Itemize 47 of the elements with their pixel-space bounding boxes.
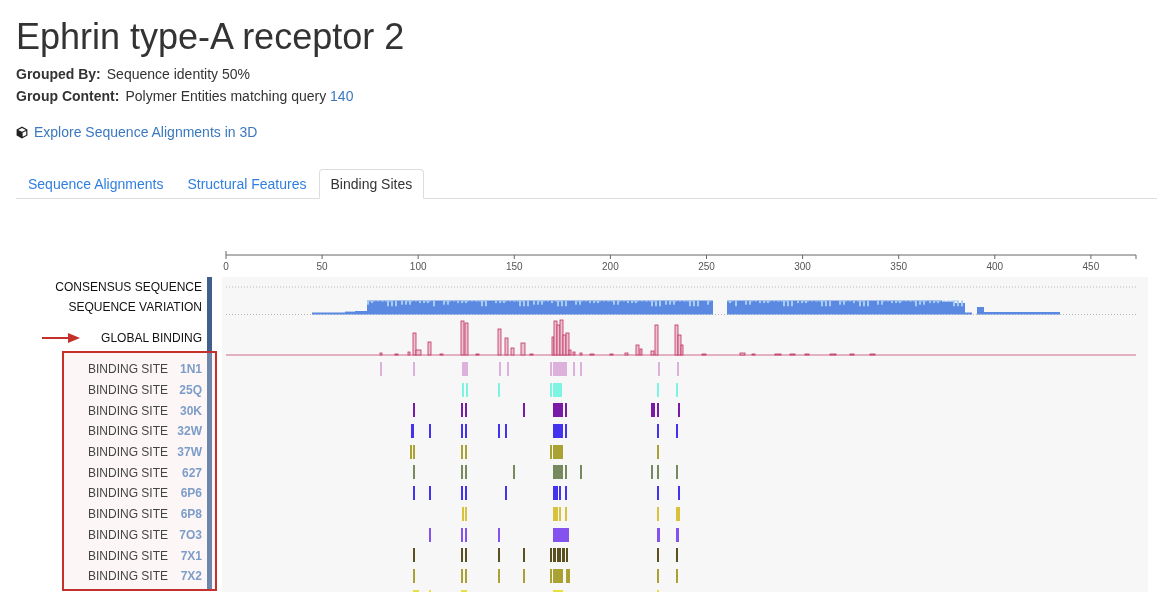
axis-tick-label: 50 xyxy=(316,261,328,273)
arrow-icon xyxy=(42,333,80,343)
track-label: BINDING SITE xyxy=(88,485,168,503)
track-label: CONSENSUS SEQUENCE xyxy=(55,279,202,296)
track-label: SEQUENCE VARIATION xyxy=(68,299,202,316)
axis-tick-label: 0 xyxy=(223,261,229,273)
field-value: Polymer Entities matching query 140 xyxy=(125,87,354,106)
entry-link[interactable]: 6P8 xyxy=(172,505,202,524)
field-value: Sequence identity 50% xyxy=(106,65,250,84)
field-label: Group Content: xyxy=(16,87,120,106)
axis-tick-label: 250 xyxy=(698,261,715,273)
count-link[interactable]: 140 xyxy=(330,88,354,104)
axis-tick-label: 300 xyxy=(794,261,811,273)
track-label: BINDING SITE xyxy=(88,423,168,441)
cube-icon xyxy=(16,125,28,139)
field-label: Grouped By: xyxy=(16,65,101,84)
entry-link[interactable]: 7X2 xyxy=(172,567,202,586)
axis-tick-label: 350 xyxy=(890,261,908,273)
track-label: BINDING SITE xyxy=(88,402,168,420)
tab[interactable]: Binding Sites xyxy=(318,169,425,199)
track-label: BINDING SITE xyxy=(88,464,168,482)
track-label: BINDING SITE xyxy=(88,547,168,565)
entry-link[interactable]: 1N1 xyxy=(172,360,202,379)
entry-link[interactable]: 37W xyxy=(172,443,202,462)
page-title: Ephrin type-A receptor 2 xyxy=(16,15,405,59)
track-label: BINDING SITE xyxy=(88,526,168,544)
axis-tick-label: 100 xyxy=(409,261,427,273)
tab[interactable]: Sequence Alignments xyxy=(16,169,176,199)
entry-link[interactable]: 6P6 xyxy=(172,484,202,503)
tab[interactable]: Structural Features xyxy=(175,169,319,199)
entry-link[interactable]: 32W xyxy=(172,422,202,441)
axis-tick-label: 400 xyxy=(986,261,1004,273)
entry-link[interactable]: 30K xyxy=(172,401,202,420)
track-label: BINDING SITE xyxy=(88,506,168,524)
entry-link[interactable]: 25Q xyxy=(172,381,202,400)
track-label: GLOBAL BINDING xyxy=(101,330,202,347)
entry-link[interactable]: 627 xyxy=(172,463,202,482)
axis-tick-label: 450 xyxy=(1082,261,1100,273)
axis-tick-label: 150 xyxy=(505,261,523,273)
track-label: BINDING SITE xyxy=(88,382,168,400)
entry-link[interactable]: 7O3 xyxy=(172,525,202,544)
entry-link[interactable]: 7X1 xyxy=(172,546,202,565)
explore-3d-link[interactable]: Explore Sequence Alignments in 3D xyxy=(34,121,258,143)
track-label: BINDING SITE xyxy=(88,361,168,379)
track-label: BINDING SITE xyxy=(88,444,168,462)
track-label: BINDING SITE xyxy=(88,568,168,586)
axis-tick-label: 200 xyxy=(602,261,619,273)
